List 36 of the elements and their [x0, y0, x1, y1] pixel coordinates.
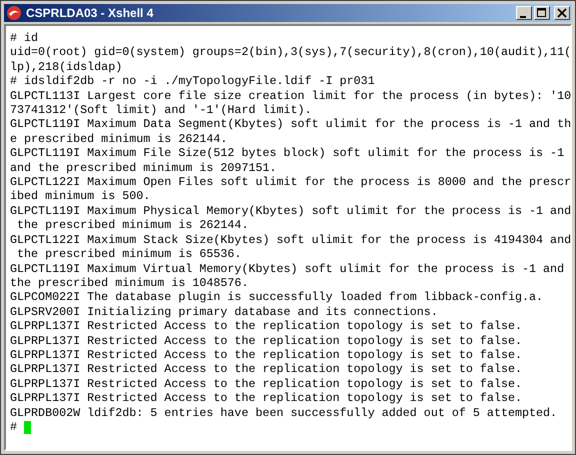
terminal-line: GLPRPL137I Restricted Access to the replication topology is set to false. — [10, 334, 523, 348]
terminal-line: GLPCOM022I The database plugin is successfully loaded from libback-config.a. — [10, 290, 544, 305]
close-button[interactable] — [554, 6, 570, 20]
terminal-line: GLPRPL137I Restricted Access to the replication topology is set to false. — [10, 319, 523, 334]
prompt: # — [10, 420, 18, 434]
terminal-line: GLPCTL119I Maximum Virtual Memory(Kbytes) soft ulimit for the process is -1 and — [10, 262, 566, 276]
maximize-icon — [537, 8, 547, 18]
app-logo-icon — [6, 5, 22, 21]
window-title: CSPRLDA03 - Xshell 4 — [26, 6, 154, 20]
minimize-button[interactable] — [516, 6, 532, 20]
close-icon — [557, 8, 567, 18]
terminal-line: e prescribed minimum is 262144. — [10, 132, 228, 146]
terminal-line: GLPRPL137I Restricted Access to the replication topology is set to false. — [10, 376, 523, 392]
terminal-line: GLPRPL137I Restricted Access to the replication topology is set to false. — [10, 348, 523, 362]
terminal-line: 73741312'(Soft limit) and '-1'(Hard limit). — [10, 103, 313, 118]
terminal-line: ibed minimum is 500. — [10, 189, 152, 204]
terminal-line: GLPCTL119I Maximum Data Segment(Kbytes) soft ulimit for the process is -1 and th — [10, 117, 570, 132]
terminal-line: GLPCTL122I Maximum Open Files soft ulimit for the process is 8000 and the prescr — [10, 175, 570, 190]
terminal-line: # idsldif2db -r no -i ./myTopologyFile.ldif -I pr031 — [10, 74, 376, 89]
terminal-line: the prescribed minimum is 262144. — [16, 218, 250, 233]
terminal-line: GLPRDB002W ldif2db: 5 entries have been successfully added out of 5 attempted. — [10, 406, 558, 420]
maximize-button[interactable] — [534, 6, 550, 20]
terminal-line: GLPCTL113I Largest core file size creation limit for the process (in bytes): '10 — [10, 88, 570, 104]
minimize-icon — [520, 16, 526, 18]
terminal-line: GLPRPL137I Restricted Access to the replication topology is set to false. — [10, 362, 523, 377]
terminal-line: the prescribed minimum is 65536. — [16, 247, 242, 262]
terminal-line: and the prescribed minimum is 2097151. — [10, 160, 278, 176]
terminal-line: the prescribed minimum is 1048576. — [10, 276, 250, 290]
terminal-line: GLPSRV200I Initializing primary database and its connections. — [10, 304, 439, 320]
terminal-line: uid=0(root) gid=0(system) groups=2(bin),3(sys),7(security),8(cron),10(audit),11( — [10, 45, 570, 60]
terminal-line: GLPRPL137I Restricted Access to the replication topology is set to false. — [10, 391, 523, 406]
terminal-line: GLPCTL119I Maximum Physical Memory(Kbytes) soft ulimit for the process is -1 and — [10, 204, 570, 218]
terminal-line: GLPCTL119I Maximum File Size(512 bytes block) soft ulimit for the process is -1 — [10, 146, 566, 161]
terminal-line: # id — [10, 31, 40, 46]
terminal-line: lp),218(idsldap) — [10, 60, 124, 74]
terminal-line: GLPCTL122I Maximum Stack Size(Kbytes) soft ulimit for the process is 4194304 and — [10, 232, 570, 248]
